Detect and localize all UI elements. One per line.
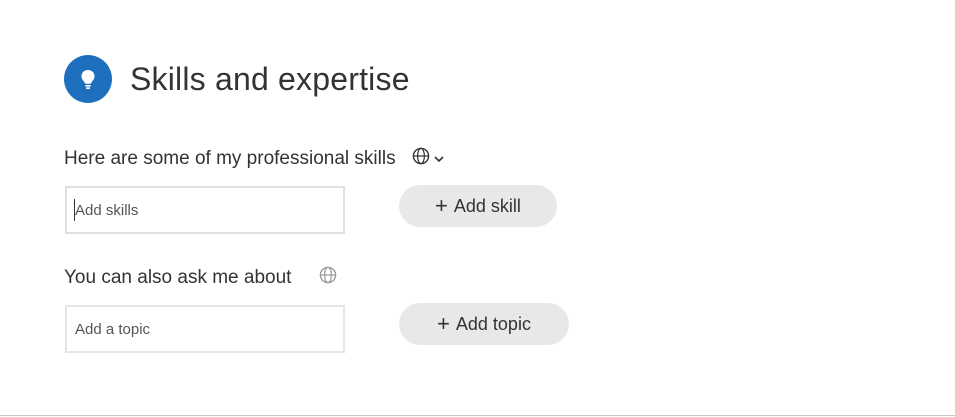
- plus-icon: +: [437, 311, 450, 336]
- bottom-divider: [0, 415, 955, 416]
- plus-icon: +: [435, 193, 448, 218]
- lightbulb-icon: [64, 55, 112, 103]
- skills-label-row: Here are some of my professional skills: [64, 147, 445, 171]
- topics-label: You can also ask me about: [64, 267, 292, 288]
- add-topic-input[interactable]: [65, 305, 345, 353]
- page-title: Skills and expertise: [130, 60, 410, 97]
- text-cursor: [74, 199, 75, 221]
- skills-visibility-dropdown[interactable]: [412, 147, 445, 171]
- add-skills-input[interactable]: [65, 186, 345, 234]
- skills-expertise-panel: Skills and expertise Here are some of my…: [0, 0, 955, 417]
- chevron-down-icon: [433, 154, 445, 164]
- topics-label-row: You can also ask me about: [64, 266, 337, 290]
- add-topic-button-label: Add topic: [455, 313, 531, 334]
- skills-label: Here are some of my professional skills: [64, 148, 396, 169]
- add-skill-button-label: Add skill: [453, 195, 521, 216]
- globe-icon: [412, 147, 430, 171]
- globe-icon: [319, 266, 337, 290]
- topics-visibility-indicator: [319, 266, 337, 290]
- add-topic-button[interactable]: + Add topic: [399, 303, 569, 345]
- section-header: Skills and expertise: [64, 55, 410, 103]
- add-skill-button[interactable]: + Add skill: [399, 185, 557, 227]
